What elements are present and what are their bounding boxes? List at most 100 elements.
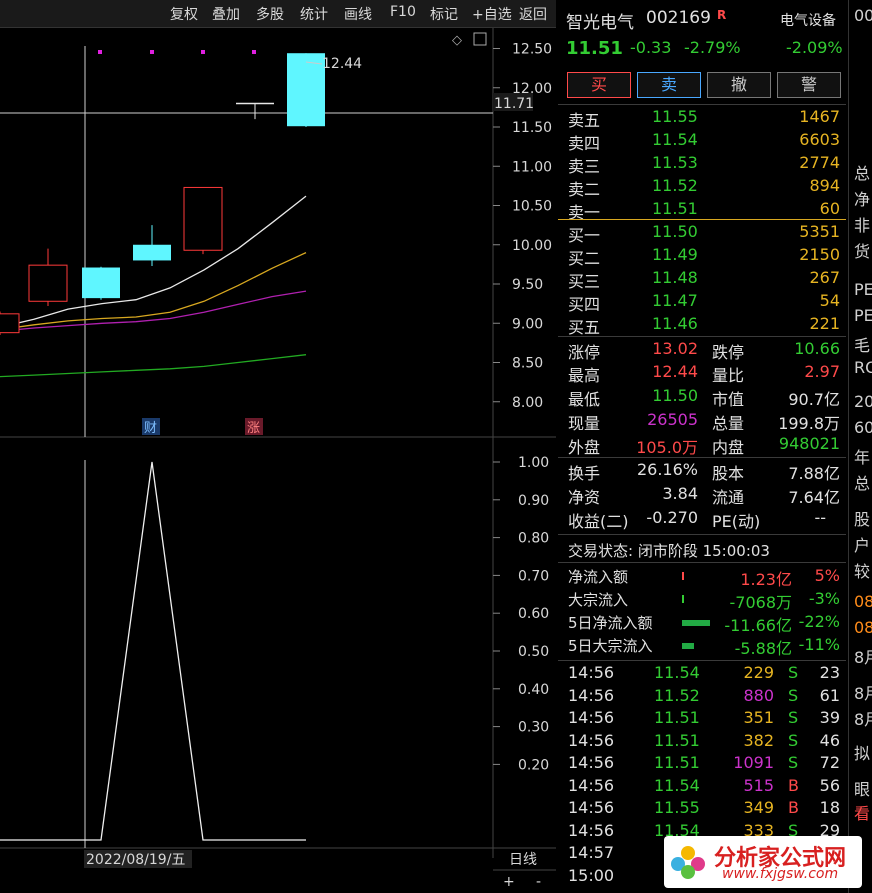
bids-row[interactable]: 买四 11.47 54 (558, 291, 846, 314)
tick-volume: 515 (743, 775, 774, 795)
stat-label: 外盘 (568, 438, 601, 457)
indicator-tick-label: 1.00 (518, 455, 549, 471)
edge-text: PE (854, 306, 872, 325)
indicator-tick-label: 0.70 (518, 568, 549, 584)
stat-label: PE(动) (712, 512, 761, 531)
price-tick-label: 10.50 (512, 199, 552, 215)
asks-volume: 1467 (799, 107, 840, 126)
buy-button[interactable]: 买 (567, 72, 631, 98)
limit-up-tag[interactable]: 涨 (247, 421, 260, 436)
bids-label: 买二 (568, 249, 601, 268)
asks-row[interactable]: 卖四 11.54 6603 (558, 130, 846, 153)
indicator-tick-label: 0.90 (518, 493, 549, 509)
zoom-in-button[interactable]: + (503, 874, 515, 890)
zoom-out-button[interactable]: - (536, 874, 541, 890)
cancel-order-button[interactable]: 撤 (707, 72, 771, 98)
toolbar-multistock[interactable]: 多股 (256, 4, 284, 24)
turnover-value: 26.16% (636, 460, 698, 479)
r-mark: R (717, 8, 727, 22)
asks-price: 11.53 (652, 153, 698, 172)
asks-label: 卖二 (568, 180, 601, 199)
toolbar-fuquan[interactable]: 复权 (170, 4, 198, 24)
tick-time: 14:56 (568, 663, 615, 682)
finance-tag[interactable]: 财 (144, 421, 157, 436)
tick-time: 14:57 (568, 843, 615, 862)
low-value: 11.50 (652, 386, 698, 405)
tick-side: B (788, 775, 799, 795)
edge-text: 08 (854, 592, 872, 611)
toolbar-f10[interactable]: F10 (390, 4, 416, 20)
alert-button[interactable]: 警 (777, 72, 841, 98)
sector-pct: -2.09% (786, 38, 843, 57)
candle-body (183, 186, 223, 251)
bids-row[interactable]: 买三 11.48 267 (558, 268, 846, 291)
asks-label: 卖四 (568, 134, 601, 153)
tick-time: 14:56 (568, 798, 615, 817)
signal-dot (150, 50, 154, 54)
toolbar-draw[interactable]: 画线 (344, 4, 372, 24)
asks-row[interactable]: 卖三 11.53 2774 (558, 153, 846, 176)
watermark: 分析家公式网 www.fxjgsw.com (664, 836, 862, 888)
price-tick-label: 8.50 (512, 356, 543, 372)
edge-text: 货 (854, 242, 871, 261)
price-tick-label: 8.00 (512, 395, 543, 411)
flow-value: -11.66亿 (724, 616, 792, 635)
asks-price: 11.54 (652, 130, 698, 149)
edge-text: 20 (854, 392, 872, 411)
bids-volume: 267 (809, 268, 840, 287)
asks-row[interactable]: 卖二 11.52 894 (558, 176, 846, 199)
asks-row[interactable]: 卖五 11.55 1467 (558, 107, 846, 130)
tick-price: 11.54 (654, 775, 700, 795)
stat-label: 跌停 (712, 343, 745, 362)
watermark-url: www.fxjgsw.com (722, 866, 839, 882)
asks-volume: 894 (809, 176, 840, 195)
stat-label: 净资 (568, 488, 601, 507)
outer-volume-value: 105.0万 (636, 438, 698, 457)
stat-label: 最低 (568, 390, 601, 409)
edge-text: 总 (854, 474, 871, 493)
limit-down-value: 10.66 (794, 339, 840, 358)
panel-toggle-icon[interactable] (473, 32, 487, 46)
tick-row: 14:56 11.55 349 B 18 (558, 798, 846, 820)
candle-body (28, 264, 68, 302)
toolbar-stats[interactable]: 统计 (300, 4, 328, 24)
asks-row[interactable]: 卖一 11.51 60 (558, 199, 846, 222)
flow-label: 5日净流入额 (568, 614, 653, 632)
bids-row[interactable]: 买一 11.50 5351 (558, 222, 846, 245)
edge-text: 非 (854, 216, 871, 235)
toolbar-overlay[interactable]: 叠加 (212, 4, 240, 24)
tick-price: 11.52 (654, 685, 700, 705)
edge-text: 眼 (854, 780, 871, 799)
toolbar-add-watchlist[interactable]: +自选 (472, 4, 512, 24)
candle-body (133, 244, 171, 261)
inner-volume-value: 948021 (778, 434, 840, 453)
info-panel-edge: 00总净非货PEPE毛RO2060年总股户较08088月8月8月拟眼看 (848, 0, 872, 893)
edge-text: 股 (854, 510, 871, 529)
bids-price: 11.50 (652, 222, 698, 241)
indicator-pane (0, 461, 306, 841)
tick-volume: 382 (743, 730, 774, 750)
flow-bar (682, 643, 694, 649)
signal-dot (201, 50, 205, 54)
sell-button[interactable]: 卖 (637, 72, 701, 98)
stat-label: 内盘 (712, 438, 745, 457)
price-change: -0.33 (630, 38, 672, 57)
flow-pct: -3% (808, 589, 840, 608)
edge-text: 净 (854, 190, 871, 209)
kline-chart[interactable]: ◇ 12.5012.0011.5011.0010.5010.009.509.00… (0, 28, 556, 893)
toolbar-mark[interactable]: 标记 (430, 4, 458, 24)
tick-side: S (788, 663, 799, 682)
period-label[interactable]: 日线 (509, 852, 537, 868)
flow-label: 大宗流入 (568, 591, 629, 609)
tick-volume: 880 (743, 685, 774, 705)
toolbar-back[interactable]: 返回 (519, 4, 547, 24)
float-shares-value: 7.64亿 (788, 488, 840, 507)
ma-line-3 (0, 354, 307, 378)
bids-row[interactable]: 买五 11.46 221 (558, 314, 846, 337)
tick-price: 11.51 (654, 730, 700, 750)
tick-time: 14:56 (568, 708, 615, 727)
stat-label: 现量 (568, 414, 601, 433)
bids-row[interactable]: 买二 11.49 2150 (558, 245, 846, 268)
diamond-icon[interactable]: ◇ (452, 33, 462, 48)
sector-name[interactable]: 电气设备 (780, 10, 836, 30)
